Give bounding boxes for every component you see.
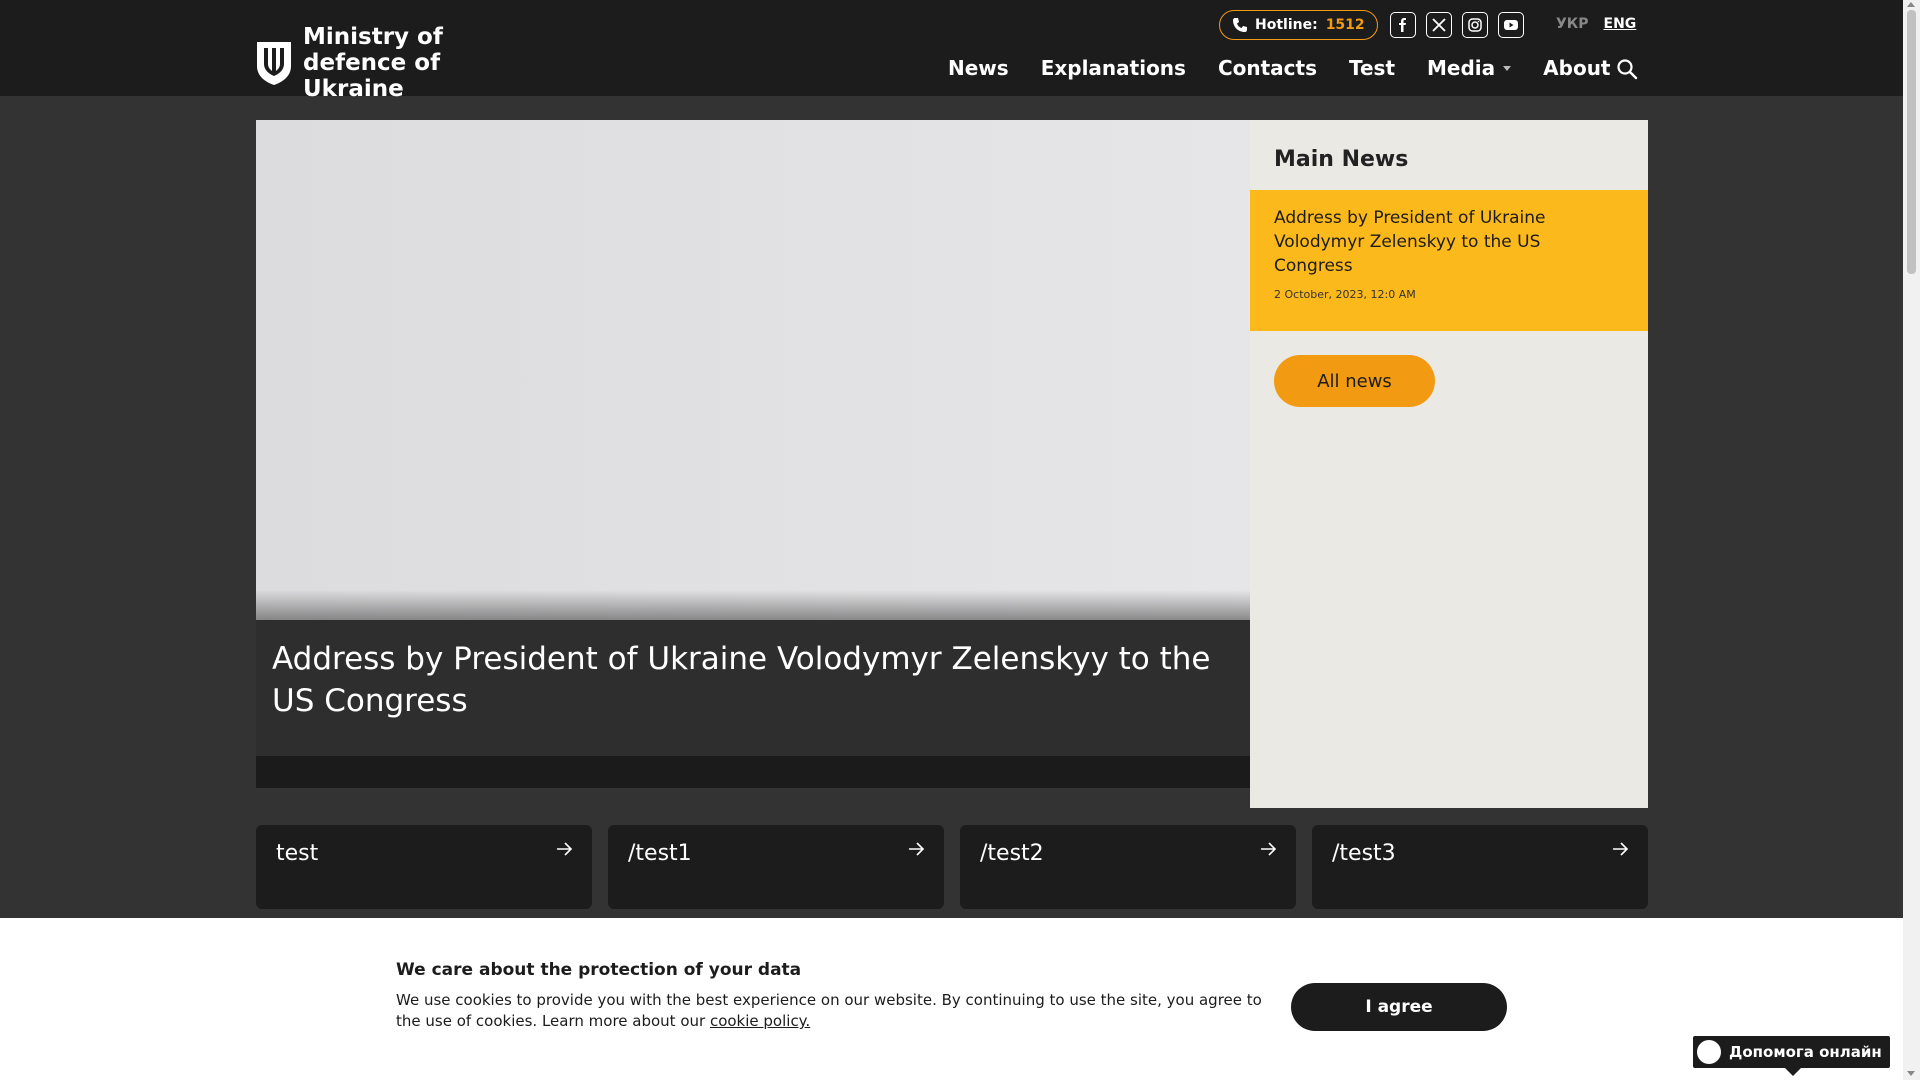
lang-ukr[interactable]: УКР [1556,16,1589,32]
instagram-icon [1468,18,1482,32]
quick-link-card[interactable]: /test3 [1312,825,1648,909]
help-tail [1785,1068,1801,1076]
main-news-sidebar: Main News Address by President of Ukrain… [1250,120,1648,808]
nav-test[interactable]: Test [1349,56,1395,80]
scroll-down-icon[interactable] [1907,1071,1915,1076]
arrow-right-icon [1261,842,1277,856]
main-news-item-title: Address by President of Ukraine Volodymy… [1274,208,1546,276]
quick-link-label: test [276,841,319,866]
nav-contacts[interactable]: Contacts [1218,56,1317,80]
sidebar-title: Main News [1274,147,1409,172]
site-header: Ministry of defence of Ukraine Hotline: … [0,0,1903,102]
nav-news[interactable]: News [948,56,1009,80]
nav-about[interactable]: About [1543,56,1610,80]
arrow-right-icon [557,842,573,856]
youtube-link[interactable] [1498,12,1524,38]
quick-link-label: /test1 [628,841,692,866]
hero-bottom-bar [256,756,1250,788]
site-logo[interactable]: Ministry of defence of Ukraine [255,24,543,102]
facebook-link[interactable] [1390,12,1416,38]
quick-link-card[interactable]: /test2 [960,825,1296,909]
phone-icon [1233,18,1247,32]
help-online-button[interactable]: Допомога онлайн [1691,1034,1892,1076]
x-twitter-link[interactable] [1426,12,1452,38]
all-news-button[interactable]: All news [1274,355,1435,407]
facebook-icon [1399,18,1406,32]
hero-image [256,120,1250,620]
main-nav: News Explanations Contacts Test Media Ab… [948,56,1611,80]
hero-news[interactable]: Address by President of Ukraine Volodymy… [256,120,1250,788]
x-twitter-icon [1432,18,1446,32]
nav-media-label: Media [1427,56,1496,80]
arrow-right-icon [1613,842,1629,856]
cookie-banner: We care about the protection of your dat… [0,918,1903,1080]
social-links [1390,12,1524,38]
instagram-link[interactable] [1462,12,1488,38]
hero-title[interactable]: Address by President of Ukraine Volodymy… [272,638,1232,722]
nav-media[interactable]: Media [1427,56,1512,80]
scroll-thumb[interactable] [1907,10,1916,274]
hotline-button[interactable]: Hotline: 1512 [1219,10,1378,40]
trident-shield-icon [257,42,291,85]
cookie-text: We use cookies to provide you with the b… [396,990,1266,1032]
language-switcher: УКР ENG [1556,16,1636,32]
hotline-label: Hotline: [1255,17,1318,33]
page-scrollbar[interactable] [1903,0,1920,1080]
logo-text: Ministry of defence of Ukraine [303,24,543,102]
main-news-item[interactable]: Address by President of Ukraine Volodymy… [1250,190,1648,331]
arrow-right-icon [909,842,925,856]
help-online-label: Допомога онлайн [1729,1043,1882,1061]
youtube-icon [1504,20,1518,30]
search-icon[interactable] [1615,57,1639,81]
chevron-down-icon [1503,65,1512,71]
agree-button[interactable]: I agree [1291,983,1507,1031]
cookie-policy-link[interactable]: cookie policy. [710,1012,810,1030]
lang-eng[interactable]: ENG [1604,16,1637,32]
cookie-text-body: We use cookies to provide you with the b… [396,991,1262,1030]
quick-link-card[interactable]: /test1 [608,825,944,909]
logo-line-2: defence of Ukraine [303,50,441,102]
chat-icon [1697,1040,1721,1064]
scroll-up-icon[interactable] [1907,2,1915,7]
quick-link-card[interactable]: test [256,825,592,909]
quick-link-label: /test3 [1332,841,1396,866]
cookie-title: We care about the protection of your dat… [396,960,802,980]
quick-link-label: /test2 [980,841,1044,866]
main-news-item-date: 2 October, 2023, 12:0 AM [1274,288,1416,301]
logo-line-1: Ministry of [303,24,443,50]
nav-explanations[interactable]: Explanations [1041,56,1186,80]
hotline-number: 1512 [1325,17,1365,33]
